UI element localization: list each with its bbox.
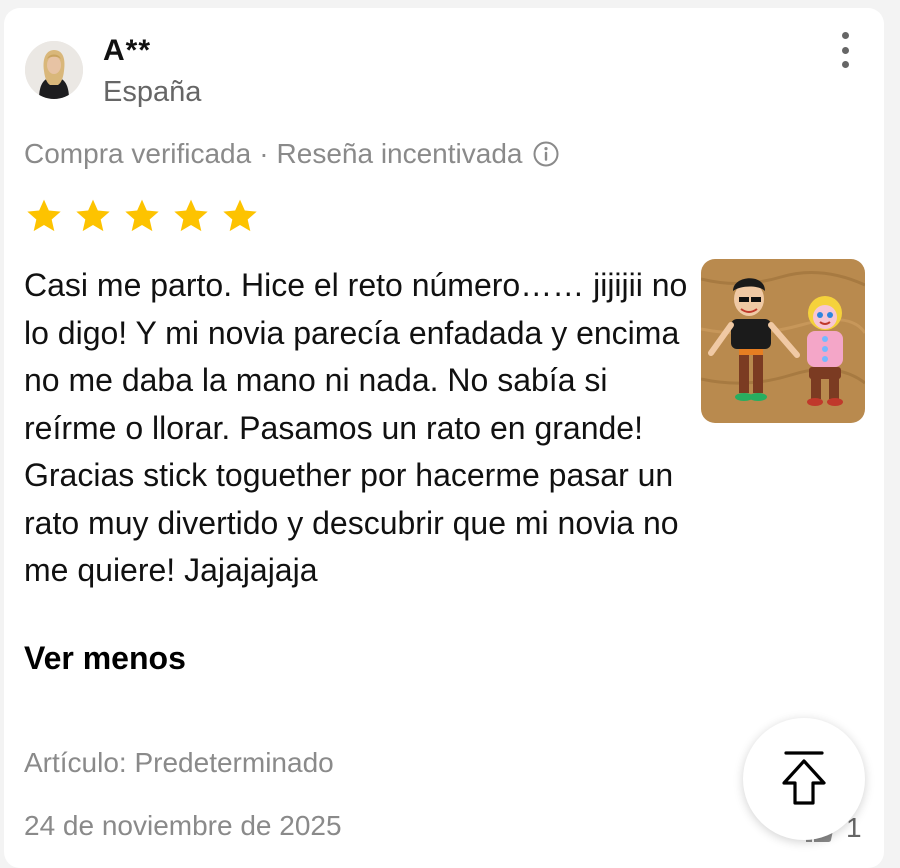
more-vertical-icon-dot: [841, 46, 849, 54]
item-variant: Artículo: Predeterminado: [24, 747, 334, 778]
scroll-to-top-icon: [782, 751, 826, 805]
more-options-button[interactable]: [830, 30, 860, 70]
see-less-button[interactable]: Ver menos: [24, 640, 186, 677]
more-vertical-icon-dot: [841, 32, 849, 39]
review-photo[interactable]: [701, 259, 865, 423]
review-meta: Compra verificada · Reseña incentivada: [24, 138, 560, 170]
review-text: Casi me parto. Hice el reto número…… jij…: [24, 267, 688, 588]
scroll-to-top-button[interactable]: [743, 718, 865, 840]
star-icon: [174, 199, 208, 232]
more-vertical-icon-dot: [841, 61, 849, 68]
avatar-image: [25, 41, 83, 99]
star-icon: [76, 199, 110, 232]
star-icon: [125, 199, 159, 232]
incentivized-review-label: Reseña incentivada: [276, 138, 523, 169]
info-icon[interactable]: [532, 140, 560, 168]
star-icon: [223, 199, 257, 232]
review-card: A** España Compra verificada · Reseña in…: [4, 8, 884, 868]
reviewer-name: A**: [103, 34, 152, 67]
verified-purchase-label: Compra verificada: [24, 138, 252, 169]
star-rating: [24, 196, 260, 236]
meta-separator: ·: [259, 138, 269, 169]
review-photo-image: [701, 259, 865, 423]
star-icon: [27, 199, 61, 232]
avatar: [25, 41, 83, 99]
reviewer-country: España: [103, 76, 202, 108]
review-date: 24 de noviembre de 2025: [24, 810, 342, 841]
